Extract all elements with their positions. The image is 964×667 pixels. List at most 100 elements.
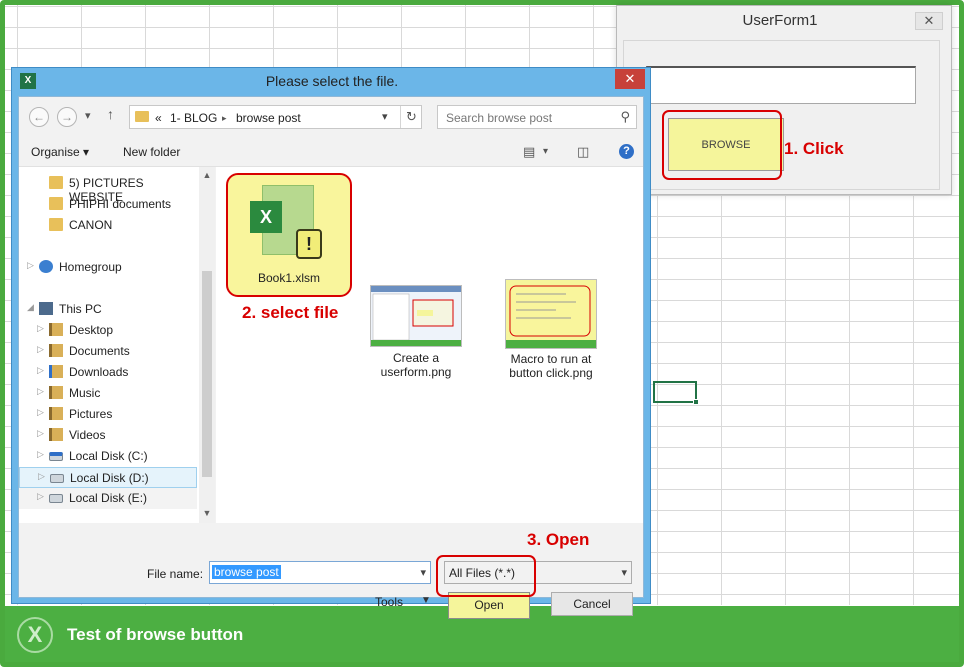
file-name-line1: Create a <box>392 351 440 365</box>
help-icon[interactable]: ? <box>619 144 634 159</box>
breadcrumb-browse-post[interactable]: browse post <box>236 111 301 125</box>
address-prefix[interactable]: « <box>155 111 162 125</box>
scrollbar-thumb[interactable] <box>202 271 212 477</box>
macro-warning-icon: ! <box>296 229 322 259</box>
recent-locations-chevron-icon[interactable]: ▾ <box>85 109 91 122</box>
image-thumbnail <box>505 279 597 349</box>
tools-menu[interactable]: Tools <box>375 595 403 609</box>
caption-title: Test of browse button <box>67 625 244 644</box>
preview-pane-icon[interactable]: ◫ <box>577 144 589 160</box>
address-dropdown-icon[interactable]: ▾ <box>382 110 388 123</box>
forward-arrow-icon[interactable]: → <box>57 107 77 127</box>
image-thumbnail <box>370 285 462 347</box>
nav-item-downloads[interactable]: ▷ Downloads <box>19 362 197 383</box>
disk-icon <box>49 494 63 503</box>
videos-icon <box>49 428 63 441</box>
nav-item-local-disk-e[interactable]: ▷ Local Disk (E:) <box>19 488 197 509</box>
music-icon <box>49 386 63 399</box>
folder-icon <box>49 218 63 231</box>
file-name-input[interactable]: browse post ▾ <box>209 561 431 584</box>
nav-item-phiphi-documents[interactable]: PHIPHI documents <box>19 194 197 215</box>
file-name-value[interactable]: browse post <box>212 565 281 579</box>
folder-icon <box>49 197 63 210</box>
expand-chevron-icon[interactable]: ▷ <box>27 260 34 271</box>
tools-dropdown-icon[interactable]: ▼ <box>421 595 431 606</box>
address-bar[interactable]: « 1- BLOG ▸ browse post ▾ ↻ <box>129 105 422 129</box>
collapse-chevron-icon[interactable]: ◢ <box>27 302 34 313</box>
expand-chevron-icon[interactable]: ▷ <box>37 323 44 334</box>
open-highlight-ring <box>436 555 536 597</box>
nav-item-canon[interactable]: CANON <box>19 215 197 236</box>
folder-icon <box>49 176 63 189</box>
expand-chevron-icon[interactable]: ▷ <box>37 428 44 439</box>
dialog-close-button[interactable]: ✕ <box>615 69 645 89</box>
breadcrumb-separator-icon: ▸ <box>222 113 227 123</box>
expand-chevron-icon[interactable]: ▷ <box>37 344 44 355</box>
file-book1-xlsm[interactable]: X ! Book1.xlsm <box>226 173 352 297</box>
file-name-line2: userform.png <box>380 365 452 379</box>
search-input[interactable]: Search browse post <box>446 111 552 125</box>
computer-icon <box>39 302 53 315</box>
folder-icon <box>135 111 149 122</box>
excel-macro-icon: X ! <box>250 185 322 265</box>
nav-item-music[interactable]: ▷ Music <box>19 383 197 404</box>
file-name-dropdown-icon[interactable]: ▾ <box>420 566 426 579</box>
view-dropdown-icon[interactable]: ▾ <box>543 146 548 157</box>
pictures-icon <box>49 407 63 420</box>
file-name-label: File name: <box>147 567 204 581</box>
refresh-icon[interactable]: ↻ <box>400 106 422 128</box>
nav-item-this-pc[interactable]: ◢ This PC <box>19 299 197 320</box>
search-icon[interactable]: ⚲ <box>620 109 630 125</box>
expand-chevron-icon[interactable]: ▷ <box>37 407 44 418</box>
excel-logo-icon: X <box>17 617 53 653</box>
nav-item-videos[interactable]: ▷ Videos <box>19 425 197 446</box>
nav-item-local-disk-d[interactable]: ▷ Local Disk (D:) <box>19 467 197 488</box>
annotation-select-file: 2. select file <box>242 303 339 322</box>
disk-icon <box>50 474 64 483</box>
nav-scrollbar[interactable]: ▲ ▼ <box>199 167 215 523</box>
breadcrumb-blog[interactable]: 1- BLOG <box>170 111 217 125</box>
new-folder-button[interactable]: New folder <box>123 145 180 159</box>
file-type-dropdown-icon[interactable]: ▾ <box>621 566 627 579</box>
file-open-dialog: X Please select the file. ✕ ← → ▾ ↑ « 1-… <box>11 67 651 619</box>
thumbnail-macro-preview <box>506 285 596 348</box>
expand-chevron-icon[interactable]: ▷ <box>37 365 44 376</box>
organise-menu[interactable]: Organise ▾ <box>31 145 89 159</box>
expand-chevron-icon[interactable]: ▷ <box>37 386 44 397</box>
userform-title: UserForm1 <box>742 12 818 29</box>
userform-path-textbox[interactable] <box>646 66 916 104</box>
documents-icon <box>49 344 63 357</box>
expand-chevron-icon[interactable]: ▷ <box>38 471 45 482</box>
excel-x-icon: X <box>250 201 282 233</box>
thumbnail-userform-preview <box>371 286 461 346</box>
nav-item-documents[interactable]: ▷ Documents <box>19 341 197 362</box>
browse-highlight-ring <box>662 110 782 180</box>
expand-chevron-icon[interactable]: ▷ <box>37 449 44 460</box>
scroll-up-icon[interactable]: ▲ <box>199 167 215 183</box>
annotation-click: 1. Click <box>784 139 844 158</box>
windows-disk-icon <box>49 452 63 461</box>
search-box[interactable]: Search browse post ⚲ <box>437 105 637 129</box>
back-arrow-icon[interactable]: ← <box>29 107 49 127</box>
selected-cell[interactable] <box>653 381 697 403</box>
fill-handle[interactable] <box>693 399 699 405</box>
nav-item-local-disk-c[interactable]: ▷ Local Disk (C:) <box>19 446 197 467</box>
dialog-title: Please select the file. <box>265 73 399 89</box>
nav-item-pictures-website[interactable]: 5) PICTURES WEBSITE <box>19 173 197 204</box>
file-name-line1: Macro to run at <box>510 352 592 366</box>
file-name-line2: button click.png <box>509 366 593 380</box>
expand-chevron-icon[interactable]: ▷ <box>37 491 44 502</box>
file-name-book1: Book1.xlsm <box>257 271 321 285</box>
homegroup-icon <box>39 260 53 273</box>
downloads-icon <box>49 365 63 378</box>
command-bar: Organise ▾ New folder ▤ ▾ ◫ ? <box>19 137 643 167</box>
navigation-pane[interactable]: 5) PICTURES WEBSITE PHIPHI documents CAN… <box>19 167 215 523</box>
nav-item-pictures[interactable]: ▷ Pictures <box>19 404 197 425</box>
scroll-down-icon[interactable]: ▼ <box>199 505 215 521</box>
nav-item-desktop[interactable]: ▷ Desktop <box>19 320 197 341</box>
view-options-icon[interactable]: ▤ <box>523 144 535 160</box>
up-arrow-icon[interactable]: ↑ <box>107 106 114 122</box>
nav-item-homegroup[interactable]: ▷ Homegroup <box>19 257 197 278</box>
cancel-button[interactable]: Cancel <box>551 592 633 616</box>
userform-close-button[interactable]: ✕ <box>915 12 943 30</box>
